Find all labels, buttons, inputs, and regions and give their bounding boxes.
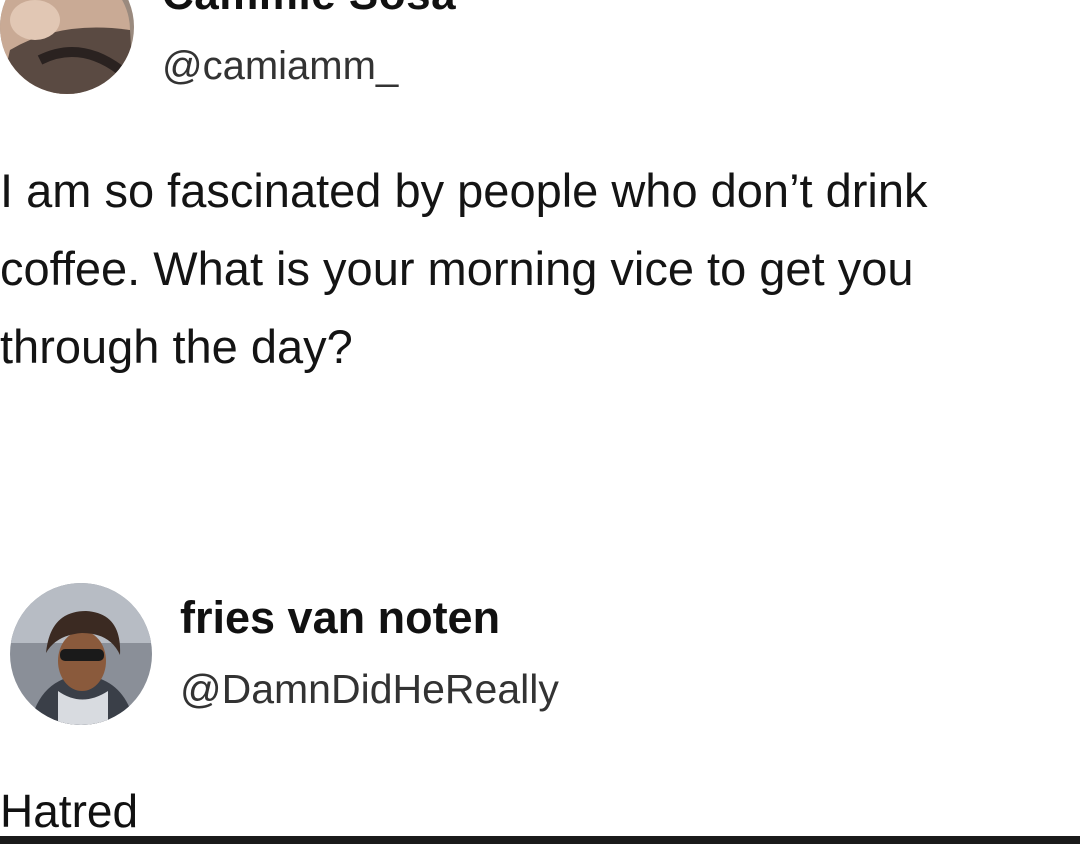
bottom-divider — [0, 836, 1080, 844]
tweet-author-name[interactable]: Cammie Sosa — [162, 0, 456, 20]
reply-author-handle[interactable]: @DamnDidHeReally — [180, 666, 559, 713]
tweet-author-handle[interactable]: @camiamm_ — [162, 44, 398, 89]
tweet-text: I am so fascinated by people who don’t d… — [0, 164, 928, 373]
profile-photo-icon — [0, 0, 134, 94]
profile-photo-icon — [10, 583, 152, 725]
tweet-author-avatar[interactable] — [0, 0, 134, 94]
reply-author-name[interactable]: fries van noten — [180, 592, 500, 644]
reply-author-avatar[interactable] — [10, 583, 152, 725]
reply-text: Hatred — [0, 785, 139, 837]
